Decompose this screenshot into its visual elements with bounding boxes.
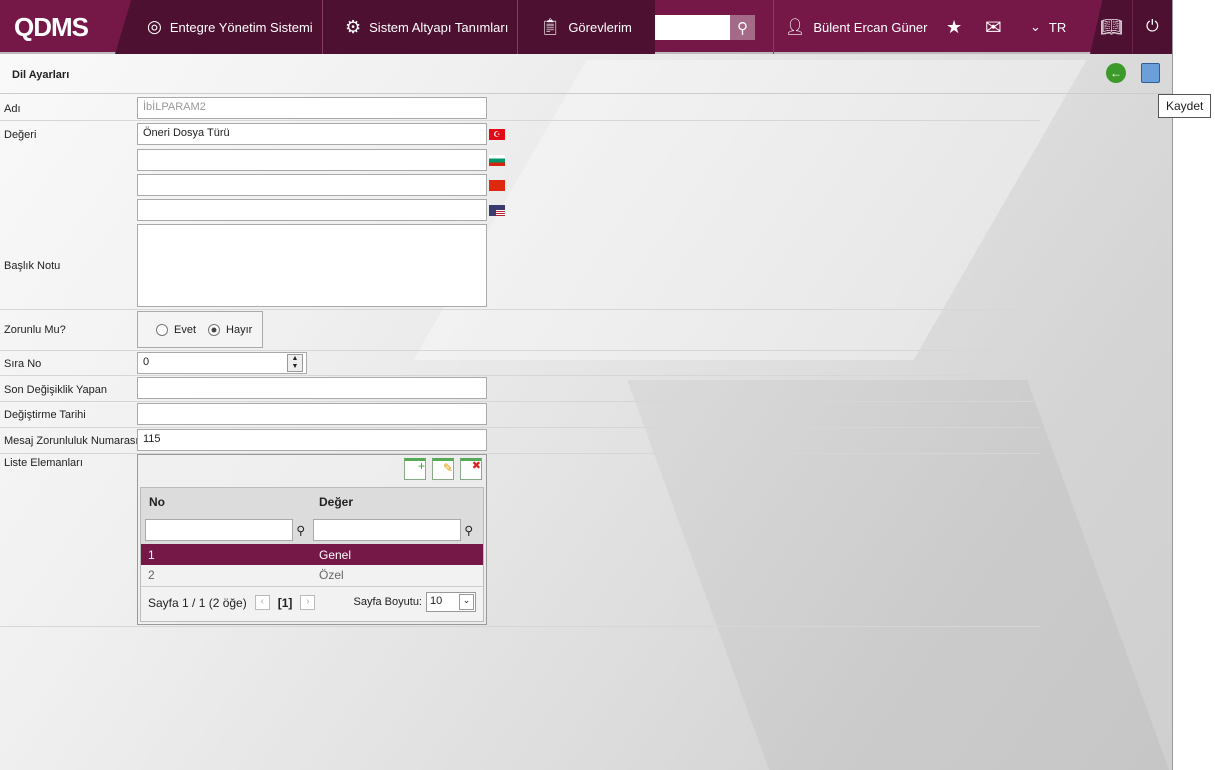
page-size-value: 10 [430, 595, 443, 607]
power-icon[interactable]: ⏻ [1146, 0, 1159, 54]
search-box: ⚲ [655, 15, 755, 40]
sira-label: Sıra No [4, 358, 42, 370]
user-menu[interactable]: 👤︎ Bülent Ercan Güner [785, 0, 928, 54]
filter-deger-input[interactable] [313, 519, 461, 541]
nav-label: Görevlerim [568, 19, 632, 35]
search-icon[interactable]: ⚲ [730, 15, 755, 40]
prev-page-button[interactable]: ‹ [254, 595, 270, 610]
sira-spinner[interactable]: ▲ ▼ [287, 354, 303, 372]
delete-row-icon[interactable]: ✖ [460, 458, 482, 480]
cell-deger: Özel [319, 568, 344, 583]
tarih-input[interactable] [137, 403, 487, 425]
page-size-label: Sayfa Boyutu: [353, 596, 423, 608]
degeri-cn-input[interactable] [137, 174, 487, 196]
pager: Sayfa 1 / 1 (2 öğe) ‹ [1] › [148, 595, 316, 610]
liste-label: Liste Elemanları [4, 457, 83, 469]
add-row-icon[interactable]: + [404, 458, 426, 480]
top-bar: QDMS ◎ Entegre Yönetim Sistemi ⚙ Sistem Al… [0, 0, 1172, 54]
sira-input[interactable]: 0 [137, 352, 307, 374]
col-deger-header[interactable]: Değer [313, 488, 483, 516]
degeri-tr-input[interactable]: Öneri Dosya Türü [137, 123, 487, 145]
flag-cn-icon [489, 180, 505, 191]
flag-bg-icon [489, 155, 505, 166]
clipboard-icon: 📋︎ [540, 19, 561, 36]
favorites-icon[interactable]: ★ [946, 0, 962, 54]
search-input[interactable] [655, 15, 730, 40]
table-row[interactable]: 1 Genel [141, 544, 483, 565]
language-select[interactable]: ⌄ TR [1030, 0, 1066, 54]
tarih-label: Değiştirme Tarihi [4, 409, 86, 421]
save-icon[interactable] [1141, 63, 1160, 83]
adi-label: Adı [4, 103, 21, 115]
cell-deger: Genel [319, 547, 352, 562]
filter-no-input[interactable] [145, 519, 293, 541]
gear-icon: ⚙ [345, 16, 362, 37]
degeri-en-input[interactable] [137, 199, 487, 221]
cell-no: 2 [148, 568, 155, 583]
app: QDMS ◎ Entegre Yönetim Sistemi ⚙ Sistem Al… [0, 0, 1173, 770]
page-info: Sayfa 1 / 1 (2 öğe) [148, 595, 247, 610]
manual-icon[interactable]: 📖︎ [1100, 0, 1123, 54]
evet-radio[interactable] [156, 323, 168, 336]
next-page-button[interactable]: › [300, 595, 316, 610]
save-tooltip: Kaydet [1158, 94, 1212, 118]
zorunlu-radio-group: Evet Hayır [137, 311, 263, 348]
page-title: Dil Ayarları [12, 69, 70, 81]
zorunlu-label: Zorunlu Mu? [4, 324, 66, 336]
page-size-select[interactable]: 10 ⌄ [426, 592, 476, 612]
filter-icon[interactable]: ⚲ [296, 524, 305, 538]
flag-tr-icon: ☪ [489, 129, 505, 140]
hayir-label: Hayır [226, 323, 253, 336]
chevron-down-icon: ⌄ [459, 594, 474, 610]
evet-label: Evet [174, 323, 197, 336]
degeri-bg-input[interactable] [137, 149, 487, 171]
nav-label: Entegre Yönetim Sistemi [169, 19, 313, 35]
edit-row-icon[interactable]: ✎ [432, 458, 454, 480]
degeri-label: Değeri [4, 129, 37, 141]
baslik-label: Başlık Notu [4, 260, 61, 272]
cell-no: 1 [148, 547, 155, 562]
nav-label: Sistem Altyapı Tanımları [369, 19, 509, 35]
filter-icon[interactable]: ⚲ [464, 524, 473, 538]
liste-grid: + ✎ ✖ No Değer ⚲ ⚲ 1 Genel 2 Özel Sayfa 1 /… [137, 454, 487, 625]
nav-gorevlerim[interactable]: 📋︎ Görevlerim [540, 0, 632, 54]
mail-icon[interactable]: ✉ [985, 0, 1002, 54]
hayir-radio[interactable] [208, 323, 221, 336]
son-label: Son Değişiklik Yapan [4, 384, 107, 396]
q-icon: ◎ [147, 17, 162, 36]
baslik-textarea[interactable] [137, 224, 487, 307]
user-icon: 👤︎ [785, 19, 806, 36]
chevron-down-icon: ⌄ [1030, 19, 1041, 34]
nav-entegre[interactable]: ◎ Entegre Yönetim Sistemi [147, 0, 313, 54]
flag-us-icon [489, 205, 505, 216]
nav-sistem[interactable]: ⚙ Sistem Altyapı Tanımları [345, 0, 508, 54]
mesaj-label: Mesaj Zorunluluk Numarası [4, 435, 139, 447]
user-name: Bülent Ercan Güner [813, 19, 928, 35]
table-row[interactable]: 2 Özel [141, 565, 483, 586]
mesaj-input[interactable]: 115 [137, 429, 487, 451]
son-input[interactable] [137, 377, 487, 399]
col-no-header[interactable]: No [141, 488, 313, 516]
adi-input[interactable]: İbİLPARAM2 [137, 97, 487, 119]
qdms-logo[interactable]: QDMS [14, 12, 89, 43]
current-page[interactable]: [1] [278, 596, 293, 610]
lang-label: TR [1048, 19, 1067, 35]
back-icon[interactable]: ← [1106, 63, 1126, 83]
